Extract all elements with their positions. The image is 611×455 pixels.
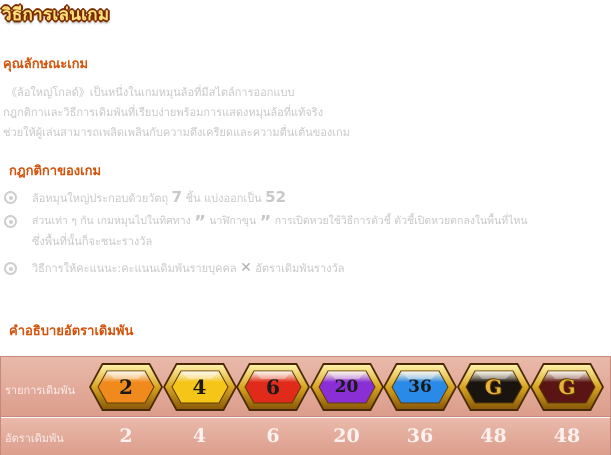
rule-3-text-a: วิธีการให้คะแนนะ:คะแนนเดิมพันรายบุคคล (32, 262, 237, 275)
bet-heading: คำอธิบายอัตราเดิมพัน (9, 324, 134, 339)
bet-table: รายการเดิมพัน 2 4 6 20 36 G G อัตราเดิมพัน 2 4 6… (0, 356, 611, 455)
bet-symbol-label: 2 (119, 375, 133, 399)
circle-dot-bullet-icon (4, 262, 17, 275)
rules-heading: กฎกติกาของเกม (9, 164, 102, 179)
rule-2-quote-close: ” (259, 212, 272, 233)
rule-2-text-a: ส่วนเท่า ๆ กัน เกมหมุนไปในทิศทาง (32, 215, 191, 227)
multiply-icon: ✕ (240, 260, 252, 276)
rule-3-text-b: อัตราเดิมพันรางวัล (255, 262, 345, 275)
bet-payout-row: อัตราเดิมพัน 2 4 6 20 36 48 48 (1, 418, 610, 455)
features-line-1: 《ล้อใหญ่โกลด์》เป็นหนึ่งในเกมหมุนล้อที่มี… (6, 86, 295, 99)
payout-value-4: 20 (333, 425, 360, 447)
bet-symbol-3: 6 (235, 361, 311, 413)
features-heading: คุณลักษณะเกม (3, 57, 89, 72)
page-title: วิธีการเล่นเกม (2, 5, 110, 25)
bet-symbol-label: G (484, 375, 503, 399)
payout-value-2: 4 (192, 425, 207, 447)
rule-1-num-b: 52 (265, 188, 287, 206)
features-line-2: กฎกติกาและวิธีการเดิมพันที่เรียบง่ายพร้อ… (3, 106, 324, 119)
rule-1-num-a: 7 (171, 188, 183, 206)
rule-1-text-a: ล้อหมุนใหญ่ประกอบด้วยวัตถุ (32, 192, 169, 205)
bet-symbol-label: G (558, 375, 576, 399)
bet-symbol-4: 20 (309, 361, 385, 413)
bet-symbol-label: 6 (266, 375, 280, 399)
payout-value-3: 6 (266, 425, 280, 447)
rule-item-3: วิธีการให้คะแนนะ:คะแนนเดิมพันรายบุคคล ✕ … (4, 260, 604, 280)
rule-2-line-2: ซึ่งพื้นที่นั้นก็จะชนะรางวัล (32, 235, 153, 248)
circle-dot-bullet-icon (4, 215, 17, 228)
rule-2-quote-open: ” (194, 212, 206, 233)
payout-value-6: 48 (480, 425, 507, 447)
bet-symbol-1: 2 (88, 361, 164, 413)
bet-symbol-2: 4 (162, 361, 238, 413)
bet-symbol-5: 36 (382, 361, 458, 413)
features-line-3: ช่วยให้ผู้เล่นสามารถเพลิดเพลินกับความตึง… (3, 126, 350, 139)
bet-symbol-label: 20 (334, 377, 359, 397)
payout-value-1: 2 (119, 425, 133, 447)
circle-dot-bullet-icon (4, 191, 17, 204)
rule-2-text-b: นาฬิกาขุน (209, 215, 257, 227)
bet-symbol-6: G (456, 361, 532, 413)
bet-symbols-row: รายการเดิมพัน 2 4 6 20 36 G G (1, 357, 610, 417)
rule-1-text-b: ชิ้น แบ่งออกเป็น (185, 192, 262, 205)
bet-symbol-label: 36 (408, 377, 432, 397)
rule-item-2: ส่วนเท่า ๆ กัน เกมหมุนไปในทิศทาง ” นาฬิก… (4, 213, 611, 253)
rule-2-text-c: การเปิดหวยใช้วิธีการตัวชี้ ตัวชี้เปิดหวย… (274, 215, 528, 227)
bet-symbol-7: G (529, 361, 605, 413)
payout-value-7: 48 (553, 425, 581, 447)
bet-symbol-label: 4 (192, 375, 207, 399)
payout-value-5: 36 (406, 425, 434, 447)
bet-items-label: รายการเดิมพัน (5, 384, 76, 397)
rule-item-1: ล้อหมุนใหญ่ประกอบด้วยวัตถุ 7 ชิ้น แบ่งออ… (4, 189, 604, 209)
bet-rate-label: อัตราเดิมพัน (5, 432, 64, 445)
